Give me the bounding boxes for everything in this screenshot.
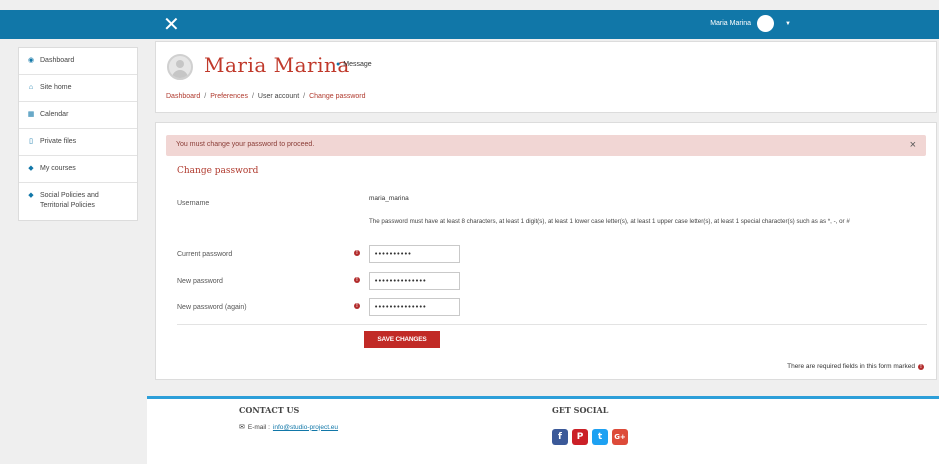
- current-password-input[interactable]: [369, 245, 460, 263]
- new-password-again-label: New password (again): [177, 304, 247, 311]
- graduation-cap-icon: ◆: [28, 192, 34, 199]
- close-icon[interactable]: ×: [910, 139, 916, 151]
- page-header: Maria Marina ● Message Dashboard / Prefe…: [155, 41, 937, 113]
- required-fields-note: There are required fields in this form m…: [787, 363, 924, 370]
- pinterest-icon[interactable]: P: [572, 429, 588, 445]
- sidebar-item-my-courses[interactable]: ◆ My courses: [19, 156, 137, 183]
- sidebar-item-site-home[interactable]: ⌂ Site home: [19, 75, 137, 102]
- new-password-again-input[interactable]: [369, 298, 460, 316]
- password-policy-hint: The password must have at least 8 charac…: [369, 218, 850, 225]
- email-link[interactable]: info@studio-project.eu: [273, 424, 338, 431]
- social-links: f P t G+: [552, 429, 628, 445]
- contact-email: ✉ E-mail : info@studio-project.eu: [239, 423, 338, 432]
- breadcrumb-preferences[interactable]: Preferences: [210, 93, 248, 100]
- twitter-icon[interactable]: t: [592, 429, 608, 445]
- breadcrumb-separator: /: [251, 93, 254, 100]
- new-password-label: New password: [177, 278, 223, 285]
- message-label: Message: [343, 61, 372, 68]
- contact-heading: CONTACT US: [239, 405, 300, 415]
- sidebar-item-label: Dashboard: [40, 57, 75, 64]
- required-icon: !: [918, 363, 924, 370]
- breadcrumb-user-account: User account: [257, 93, 300, 100]
- sidebar-item-label: Social Policies and Territorial Policies: [40, 192, 99, 209]
- alert-text: You must change your password to proceed…: [176, 141, 315, 148]
- breadcrumb: Dashboard / Preferences / User account /…: [166, 93, 366, 100]
- sidebar-item-label: Site home: [40, 84, 72, 91]
- sidebar-item-label: My courses: [40, 165, 76, 172]
- envelope-icon: ✉: [239, 424, 245, 431]
- caret-down-icon: ▼: [785, 20, 791, 27]
- chat-bubble-icon: ●: [336, 61, 341, 68]
- home-icon: ⌂: [28, 84, 34, 91]
- username-label: Username: [177, 200, 210, 207]
- top-navbar: ✕ Maria Marina ▼: [0, 10, 939, 39]
- user-menu[interactable]: Maria Marina ▼: [710, 15, 791, 32]
- calendar-icon: ▦: [27, 111, 35, 118]
- breadcrumb-separator: /: [204, 93, 207, 100]
- sidebar-item-dashboard[interactable]: ◉ Dashboard: [19, 48, 137, 75]
- username-value: maria_marina: [369, 195, 409, 202]
- error-alert: You must change your password to proceed…: [166, 135, 926, 156]
- sidebar-item-calendar[interactable]: ▦ Calendar: [19, 102, 137, 129]
- form-section-title: Change password: [177, 166, 259, 176]
- user-name: Maria Marina: [710, 20, 752, 27]
- message-button[interactable]: ● Message: [336, 61, 372, 68]
- current-password-label: Current password: [177, 251, 233, 258]
- breadcrumb-dashboard[interactable]: Dashboard: [166, 93, 200, 100]
- user-avatar: [757, 15, 775, 32]
- google-plus-icon[interactable]: G+: [612, 429, 628, 445]
- graduation-cap-icon: ◆: [28, 165, 34, 172]
- save-changes-button[interactable]: SAVE CHANGES: [364, 331, 440, 348]
- sidebar-item-label: Private files: [40, 138, 77, 145]
- new-password-input[interactable]: [369, 272, 460, 290]
- file-icon: ▯: [29, 138, 33, 145]
- sidebar-item-course[interactable]: ◆ Social Policies and Territorial Polici…: [19, 183, 137, 220]
- email-label: E-mail :: [247, 423, 270, 431]
- required-icon: !: [354, 250, 360, 256]
- dashboard-icon: ◉: [27, 57, 35, 64]
- form-divider: [177, 324, 927, 325]
- page-footer: CONTACT US ✉ E-mail : info@studio-projec…: [147, 396, 939, 464]
- page-title: Maria Marina: [204, 53, 350, 77]
- required-icon: !: [354, 303, 360, 309]
- main-content: You must change your password to proceed…: [155, 122, 937, 380]
- required-note-text: There are required fields in this form m…: [787, 363, 915, 370]
- sidebar-item-label: Calendar: [40, 111, 69, 118]
- close-drawer-icon[interactable]: ✕: [163, 13, 180, 35]
- facebook-icon[interactable]: f: [552, 429, 568, 445]
- social-heading: GET SOCIAL: [552, 405, 609, 415]
- nav-drawer: ◉ Dashboard ⌂ Site home ▦ Calendar ▯ Pri…: [18, 47, 138, 221]
- required-icon: !: [354, 277, 360, 283]
- sidebar-item-private-files[interactable]: ▯ Private files: [19, 129, 137, 156]
- profile-avatar: [167, 54, 193, 80]
- breadcrumb-separator: /: [303, 93, 306, 100]
- breadcrumb-change-password[interactable]: Change password: [309, 93, 365, 100]
